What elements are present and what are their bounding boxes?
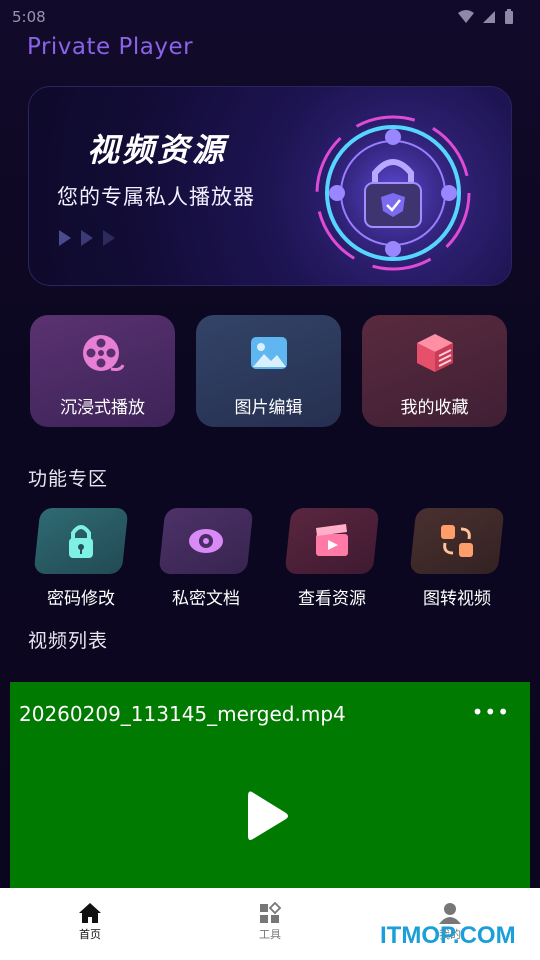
app-title: Private Player <box>27 34 194 60</box>
play-arrows-decoration <box>57 229 117 247</box>
hero-banner[interactable]: 视频资源 您的专属私人播放器 <box>28 86 512 286</box>
home-icon <box>79 903 101 923</box>
quick-actions: 沉浸式播放 图片编辑 我的收藏 <box>30 315 508 427</box>
stack-box-icon <box>413 331 457 375</box>
status-bar: 5:08 <box>0 0 540 34</box>
wifi-icon <box>458 10 474 23</box>
film-reel-icon <box>81 331 125 375</box>
video-list-title: 视频列表 <box>28 630 109 652</box>
eye-icon <box>158 508 254 574</box>
nav-tools[interactable]: 工具 <box>240 902 300 942</box>
image-edit-card[interactable]: 图片编辑 <box>196 315 341 427</box>
lock-icon <box>33 508 129 574</box>
banner-title: 视频资源 <box>87 131 228 169</box>
signal-icon <box>483 11 495 23</box>
video-filename: 20260209_113145_merged.mp4 <box>19 702 346 726</box>
nav-tools-label: 工具 <box>259 928 281 941</box>
favorites-card[interactable]: 我的收藏 <box>362 315 507 427</box>
video-item[interactable]: 20260209_113145_merged.mp4 ••• <box>10 682 530 888</box>
convert-icon <box>409 508 505 574</box>
clapper-icon <box>284 508 380 574</box>
favorites-label: 我的收藏 <box>400 398 469 418</box>
change-password-label: 密码修改 <box>47 589 115 609</box>
view-resources-item[interactable]: 查看资源 <box>277 508 387 609</box>
battery-icon <box>505 9 513 24</box>
nav-home[interactable]: 首页 <box>60 902 120 942</box>
features-row: 密码修改 私密文档 查看资源 图转视频 <box>24 508 516 609</box>
private-docs-item[interactable]: 私密文档 <box>151 508 261 609</box>
grid-icon <box>260 902 282 923</box>
banner-subtitle: 您的专属私人播放器 <box>57 185 255 209</box>
watermark: ITMOP.COM <box>380 922 516 949</box>
private-docs-label: 私密文档 <box>172 589 240 609</box>
more-options-icon[interactable]: ••• <box>472 700 510 724</box>
image-to-video-label: 图转视频 <box>423 589 491 609</box>
immersive-play-card[interactable]: 沉浸式播放 <box>30 315 175 427</box>
user-icon <box>439 903 461 924</box>
image-icon <box>247 331 291 375</box>
view-resources-label: 查看资源 <box>298 589 366 609</box>
status-icons <box>458 9 514 25</box>
nav-home-label: 首页 <box>79 928 101 941</box>
status-time: 5:08 <box>12 8 46 26</box>
change-password-item[interactable]: 密码修改 <box>26 508 136 609</box>
image-to-video-item[interactable]: 图转视频 <box>402 508 512 609</box>
play-icon[interactable] <box>246 788 290 844</box>
immersive-play-label: 沉浸式播放 <box>60 398 145 418</box>
features-section-title: 功能专区 <box>28 468 109 490</box>
image-edit-label: 图片编辑 <box>234 398 303 418</box>
security-lock-illustration <box>309 109 477 277</box>
